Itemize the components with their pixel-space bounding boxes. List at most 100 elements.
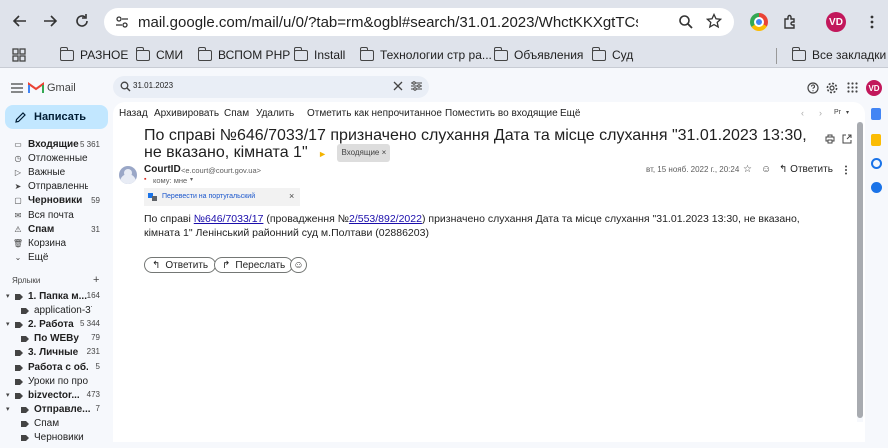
- scrollbar-thumb[interactable]: [857, 122, 863, 418]
- zoom-search-icon[interactable]: [678, 14, 694, 33]
- support-icon[interactable]: [807, 82, 819, 97]
- input-tools-badge[interactable]: Рг: [834, 109, 841, 116]
- translate-link[interactable]: Перевести на португальский: [162, 193, 255, 200]
- forward-button[interactable]: ↱ Переслать: [214, 257, 294, 273]
- label-item[interactable]: 3. Личные 231: [0, 346, 110, 360]
- contacts-icon[interactable]: [871, 182, 882, 193]
- label-item[interactable]: ▾ bizvector... 473: [0, 389, 110, 403]
- expand-arrow-icon[interactable]: ▾: [6, 391, 10, 399]
- inbox-label-tag[interactable]: Входящие ×: [337, 144, 391, 162]
- bookmark-folder[interactable]: Технологии стр ра...: [359, 46, 492, 62]
- prev-arrow-icon[interactable]: ‹: [801, 108, 804, 118]
- settings-gear-icon[interactable]: [826, 82, 838, 97]
- expand-arrow-icon[interactable]: ▾: [6, 320, 10, 328]
- all-bookmarks-label: Все закладки: [812, 48, 887, 62]
- print-icon[interactable]: [825, 134, 835, 147]
- reply-short-button[interactable]: ↰ Ответить: [779, 164, 833, 175]
- trash-icon: 🗑: [12, 238, 24, 248]
- label-item[interactable]: По WEBу 79: [0, 332, 110, 346]
- sidebar-item[interactable]: ⚠ Спам 31: [0, 222, 110, 236]
- site-info-icon[interactable]: [114, 14, 130, 33]
- label-item[interactable]: Черновики: [0, 431, 110, 445]
- case-number-link[interactable]: №646/7033/17: [194, 213, 264, 225]
- apps-grid-icon[interactable]: [12, 48, 26, 65]
- mail-search-box[interactable]: 31.01.2023: [113, 76, 429, 98]
- bookmark-folder[interactable]: СМИ: [135, 46, 183, 62]
- emoji-reaction-button[interactable]: ☺: [290, 257, 307, 273]
- sidebar-item[interactable]: ⌄ Ещё: [0, 251, 110, 265]
- sidebar-item[interactable]: ▢ Черновики 59: [0, 194, 110, 208]
- bookmark-star-icon[interactable]: [705, 12, 723, 32]
- account-avatar[interactable]: VD: [866, 80, 882, 96]
- proceeding-number-link[interactable]: 2/553/892/2022: [349, 213, 422, 225]
- case-number-text: 646/7033/17: [205, 213, 264, 225]
- tasks-icon[interactable]: [871, 158, 882, 169]
- sender-avatar[interactable]: [119, 166, 137, 184]
- search-filters-icon[interactable]: [411, 81, 422, 94]
- toolbar-archive[interactable]: Архивировать: [154, 108, 219, 119]
- reload-icon[interactable]: [72, 11, 92, 31]
- keep-icon[interactable]: [871, 134, 881, 146]
- label-item[interactable]: Спам: [0, 417, 110, 431]
- clear-search-icon[interactable]: [393, 81, 403, 94]
- bookmark-folder[interactable]: ВСПОМ PHP: [197, 46, 290, 62]
- label-item[interactable]: Работа с об... 5: [0, 361, 110, 375]
- search-icon[interactable]: [120, 81, 131, 95]
- label-name: Работа с об...: [28, 361, 88, 373]
- calendar-icon[interactable]: [871, 108, 881, 120]
- sidebar-item[interactable]: ➤ Отправленные: [0, 180, 110, 194]
- browser-profile-avatar[interactable]: VD: [826, 12, 846, 32]
- extension-colorful-icon[interactable]: [750, 13, 768, 31]
- label-item[interactable]: ▾ 1. Папка м... 164: [0, 290, 110, 304]
- bookmark-folder[interactable]: Install: [293, 46, 345, 62]
- label-item[interactable]: Уроки по прог...: [0, 375, 110, 389]
- url-text: mail.google.com/mail/u/0/?tab=rm&ogbl#se…: [138, 14, 638, 31]
- main-menu-icon[interactable]: [11, 83, 23, 96]
- emoji-react-icon[interactable]: ☺: [761, 164, 771, 175]
- toolbar-more[interactable]: Ещё: [560, 108, 580, 119]
- label-tag-icon: [21, 420, 29, 428]
- next-arrow-icon[interactable]: ›: [819, 108, 822, 118]
- forward-icon[interactable]: [40, 11, 60, 31]
- sidebar-item[interactable]: ▭ Входящие 5 361: [0, 137, 110, 151]
- all-bookmarks[interactable]: Все закладки: [791, 46, 887, 62]
- label-item[interactable]: ▾ 2. Работа 5 344: [0, 318, 110, 332]
- google-apps-icon[interactable]: [847, 82, 858, 96]
- toolbar-mark-unread[interactable]: Отметить как непрочитанное: [307, 108, 442, 119]
- lang-dropdown-icon[interactable]: ▾: [846, 109, 849, 116]
- star-icon[interactable]: ☆: [743, 164, 752, 175]
- extensions-puzzle-icon[interactable]: [782, 14, 798, 30]
- label-item[interactable]: ▾ Отправле... 7: [0, 403, 110, 417]
- more-actions-icon[interactable]: [844, 165, 848, 178]
- toolbar-move-to-inbox[interactable]: Поместить во входящие: [445, 108, 558, 119]
- important-marker-icon[interactable]: ►: [318, 149, 327, 159]
- sidebar-item[interactable]: ✉ Вся почта: [0, 208, 110, 222]
- search-input[interactable]: 31.01.2023: [133, 81, 173, 90]
- close-translate-icon[interactable]: ×: [289, 191, 294, 201]
- add-label-icon[interactable]: +: [93, 274, 99, 286]
- sidebar-item[interactable]: ▷ Важные: [0, 165, 110, 179]
- bookmark-folder[interactable]: РАЗНОЕ: [59, 46, 128, 62]
- address-bar[interactable]: mail.google.com/mail/u/0/?tab=rm&ogbl#se…: [104, 8, 734, 36]
- toolbar-back[interactable]: Назад: [119, 108, 148, 119]
- expand-arrow-icon[interactable]: ▾: [6, 405, 10, 413]
- sidebar-item[interactable]: 🗑 Корзина: [0, 236, 110, 250]
- toolbar-spam[interactable]: Спам: [224, 108, 249, 119]
- bookmark-folder[interactable]: Суд: [591, 46, 633, 62]
- bookmark-folder[interactable]: Объявления: [493, 46, 584, 62]
- open-new-window-icon[interactable]: [842, 134, 852, 147]
- bookmark-label: Объявления: [514, 48, 584, 62]
- sender-email: <e.court@court.gov.ua>: [181, 166, 262, 175]
- details-dropdown-icon[interactable]: ▾: [190, 176, 193, 183]
- gmail-logo-icon[interactable]: [28, 82, 44, 97]
- back-icon[interactable]: [10, 11, 30, 31]
- sender-name[interactable]: CourtID: [144, 164, 181, 175]
- sidebar-item[interactable]: ◷ Отложенные: [0, 151, 110, 165]
- browser-menu-icon[interactable]: [864, 14, 880, 30]
- compose-button[interactable]: Написать: [5, 105, 108, 129]
- toolbar-delete[interactable]: Удалить: [256, 108, 294, 119]
- label-name: 1. Папка м...: [28, 291, 87, 302]
- label-item[interactable]: application-37...: [0, 304, 110, 318]
- reply-button[interactable]: ↰ Ответить: [144, 257, 217, 273]
- expand-arrow-icon[interactable]: ▾: [6, 292, 10, 300]
